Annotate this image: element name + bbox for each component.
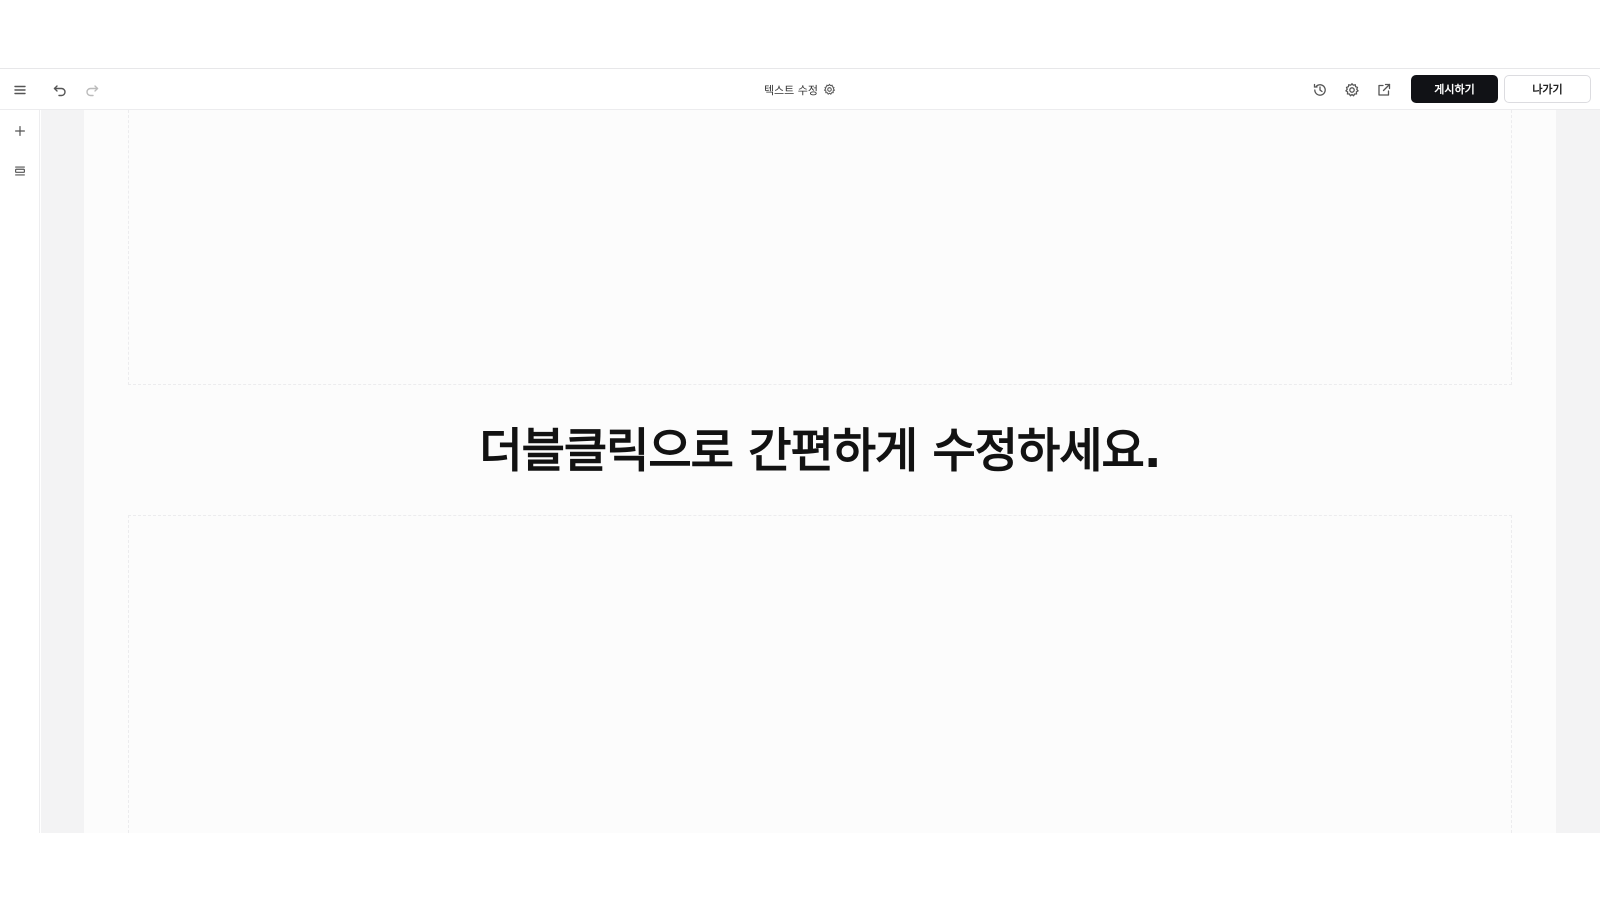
exit-button[interactable]: 나가기: [1504, 75, 1591, 103]
empty-section-bottom[interactable]: [128, 515, 1512, 833]
undo-icon[interactable]: [47, 77, 73, 103]
publish-button[interactable]: 게시하기: [1411, 75, 1498, 103]
left-sidebar: [0, 110, 40, 833]
hamburger-menu-icon[interactable]: [7, 77, 33, 103]
gear-icon[interactable]: [822, 83, 836, 97]
layers-icon[interactable]: [7, 158, 33, 184]
empty-section-top[interactable]: [128, 110, 1512, 385]
gear-icon[interactable]: [1339, 77, 1365, 103]
document-title[interactable]: 텍스트 수정: [764, 82, 818, 98]
editor-window: 텍스트 수정 게시하기 나가기 더블클릭으로 간편하게 수정하세요.: [0, 68, 1600, 833]
external-link-icon[interactable]: [1371, 77, 1397, 103]
top-toolbar: 텍스트 수정 게시하기 나가기: [0, 69, 1600, 110]
history-icon[interactable]: [1307, 77, 1333, 103]
headline-text[interactable]: 더블클릭으로 간편하게 수정하세요.: [84, 375, 1556, 517]
redo-icon[interactable]: [79, 77, 105, 103]
plus-icon[interactable]: [7, 118, 33, 144]
page-canvas: 더블클릭으로 간편하게 수정하세요.: [84, 110, 1556, 833]
